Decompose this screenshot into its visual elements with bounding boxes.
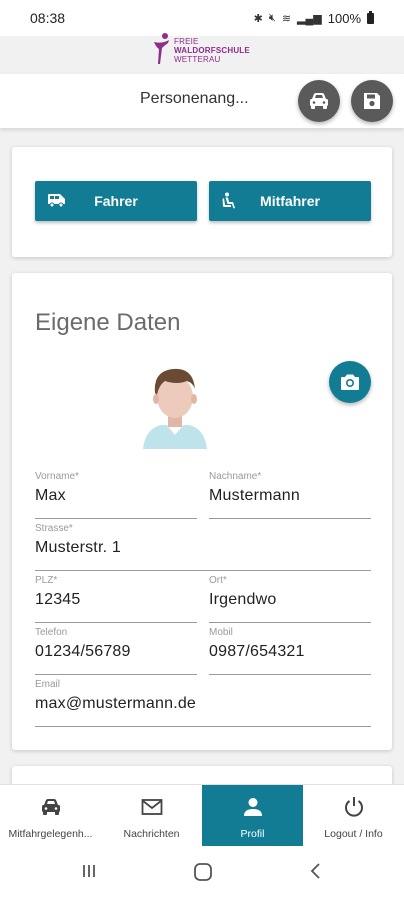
app-header: Personenang... <box>0 74 404 128</box>
bluetooth-icon: ✱ <box>253 12 263 25</box>
nav-item-rides[interactable]: Mitfahrgelegenh... <box>0 785 101 847</box>
street-label: Strasse* <box>35 523 73 534</box>
nav-label-messages: Nachrichten <box>123 828 180 840</box>
car-button[interactable] <box>298 80 340 122</box>
city-value: Irgendwo <box>209 591 277 608</box>
nav-item-profile[interactable]: Profil <box>202 785 303 847</box>
passenger-button[interactable]: Mitfahrer <box>209 181 371 221</box>
nav-label-rides: Mitfahrgelegenh... <box>8 828 93 840</box>
van-icon <box>48 194 65 208</box>
mobile-label: Mobil <box>209 627 233 638</box>
battery-percent: 100% <box>327 10 361 26</box>
save-icon <box>364 93 380 109</box>
nav-label-profile: Profil <box>240 828 265 840</box>
email-label: Email <box>35 679 61 690</box>
logo-text: FREIE WALDORFSCHULE WETTERAU <box>174 37 250 64</box>
change-photo-button[interactable] <box>329 361 371 403</box>
nav-label-logout: Logout / Info <box>324 828 383 840</box>
car-icon <box>310 93 328 109</box>
status-icons: ✱ 🔇︎ ≋ ▂▄▆ 100% <box>253 10 374 26</box>
power-icon <box>344 797 363 817</box>
home-icon[interactable] <box>193 862 213 882</box>
page-title: Personenang... <box>140 90 249 107</box>
battery-icon <box>367 10 374 24</box>
status-time: 08:38 <box>30 10 66 26</box>
email-value: max@mustermann.de <box>35 695 197 712</box>
back-icon[interactable] <box>308 862 324 880</box>
camera-icon <box>341 374 359 390</box>
firstname-label: Vorname* <box>35 471 79 482</box>
lastname-label: Nachname* <box>209 471 262 482</box>
mobile-field[interactable]: Mobil 0987/654321 <box>209 627 371 675</box>
email-field[interactable]: Email max@mustermann.de <box>35 679 371 727</box>
role-card: Fahrer Mitfahrer <box>12 147 392 257</box>
seated-person-icon <box>222 192 235 209</box>
street-value: Musterstr. 1 <box>35 539 121 556</box>
zip-value: 12345 <box>35 591 81 608</box>
logo-figure-icon <box>154 33 169 64</box>
city-label: Ort* <box>209 575 227 586</box>
phone-value: 01234/56789 <box>35 643 131 660</box>
zip-label: PLZ* <box>35 575 58 586</box>
signal-icon: ▂▄▆ <box>297 12 322 25</box>
phone-label: Telefon <box>35 627 68 638</box>
phone-field[interactable]: Telefon 01234/56789 <box>35 627 197 675</box>
person-icon <box>243 798 262 816</box>
bottom-nav: Mitfahrgelegenh... Nachrichten Profil Lo… <box>0 784 404 847</box>
zip-field[interactable]: PLZ* 12345 <box>35 575 197 623</box>
driver-button[interactable]: Fahrer <box>35 181 197 221</box>
avatar <box>143 368 207 449</box>
car-icon <box>41 799 60 815</box>
recent-apps-icon[interactable] <box>80 862 98 880</box>
mail-icon <box>141 799 162 815</box>
mute-icon: 🔇︎ <box>268 11 276 24</box>
system-nav-bar <box>0 846 404 900</box>
nav-item-messages[interactable]: Nachrichten <box>101 785 202 847</box>
wifi-icon: ≋ <box>281 12 292 25</box>
school-logo: FREIE WALDORFSCHULE WETTERAU <box>150 28 260 72</box>
logo-line-2: WALDORFSCHULE <box>174 45 250 55</box>
logo-line-3: WETTERAU <box>174 54 221 64</box>
card-title: Eigene Daten <box>35 309 181 336</box>
street-field[interactable]: Strasse* Musterstr. 1 <box>35 523 371 571</box>
firstname-value: Max <box>35 487 66 504</box>
nav-item-logout[interactable]: Logout / Info <box>303 785 404 847</box>
save-button[interactable] <box>351 80 393 122</box>
profile-card: Eigene Daten Vorname* Max Nachname* Must… <box>12 273 392 750</box>
lastname-field[interactable]: Nachname* Mustermann <box>209 471 371 519</box>
city-field[interactable]: Ort* Irgendwo <box>209 575 371 623</box>
lastname-value: Mustermann <box>209 487 300 504</box>
firstname-field[interactable]: Vorname* Max <box>35 471 197 519</box>
mobile-value: 0987/654321 <box>209 643 305 660</box>
logo-line-1: FREIE <box>174 36 199 46</box>
